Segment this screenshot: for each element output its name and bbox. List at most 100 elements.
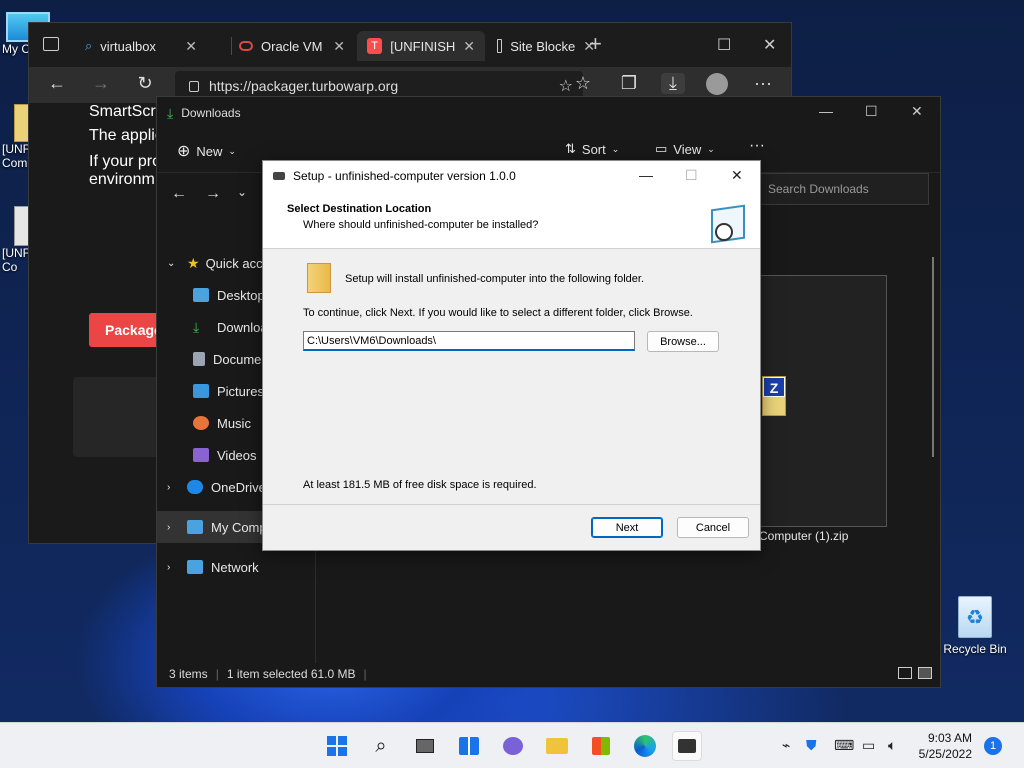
setup-subheading: Where should unfinished-computer be inst…: [303, 219, 539, 231]
setup-heading: Select Destination Location: [287, 203, 432, 215]
page-icon: [497, 39, 503, 53]
network-off-icon[interactable]: ⌁: [782, 737, 790, 754]
desktop-icon-label: Recycle Bin: [943, 642, 1007, 656]
forward-icon[interactable]: →: [89, 73, 113, 94]
sidebar-item-network[interactable]: › Network: [157, 551, 315, 583]
search-input[interactable]: Search Downloads: [759, 173, 929, 205]
continue-text: To continue, click Next. If you would li…: [303, 307, 693, 319]
tiles-view-icon[interactable]: [918, 667, 932, 679]
search-button[interactable]: ⌕: [366, 731, 396, 761]
collections-icon[interactable]: ❐: [617, 73, 641, 94]
forward-icon[interactable]: →: [205, 185, 221, 203]
tab-bar: ⌕ virtualbox ✕ Oracle VM ✕ T [UNFINISH ✕…: [29, 23, 791, 67]
sort-label: Sort: [581, 141, 606, 157]
sort-button[interactable]: ⇅ Sort ⌄: [565, 141, 619, 157]
turbowarp-icon: T: [367, 38, 383, 54]
desktop-icon-recycle-bin[interactable]: ♻ Recycle Bin: [942, 596, 1008, 656]
close-window-icon[interactable]: ✕: [763, 35, 776, 55]
maximize-icon[interactable]: ☐: [717, 35, 731, 55]
clock-time: 9:03 AM: [927, 731, 972, 745]
setup-titlebar: Setup - unfinished-computer version 1.0.…: [263, 161, 760, 191]
chevron-down-icon: ⌄: [611, 143, 620, 154]
favorites-icon[interactable]: ☆: [571, 73, 595, 94]
store-button[interactable]: [586, 731, 616, 761]
view-label: View: [673, 141, 702, 157]
teams-button[interactable]: [498, 731, 528, 761]
close-icon[interactable]: ✕: [333, 38, 345, 55]
disk-space-text: At least 181.5 MB of free disk space is …: [303, 479, 537, 491]
keyboard-icon[interactable]: ⌨: [834, 737, 854, 754]
chevron-down-icon[interactable]: ⌄: [237, 185, 247, 199]
file-label[interactable]: Computer (1).zip: [759, 529, 848, 543]
tab-site-blocker[interactable]: Site Blocke ✕: [487, 31, 605, 61]
new-tab-button[interactable]: +: [589, 31, 602, 57]
new-label: New: [196, 143, 223, 159]
shield-icon[interactable]: ⛊: [806, 737, 817, 754]
close-icon[interactable]: ✕: [463, 38, 475, 55]
install-text: Setup will install unfinished-computer i…: [345, 273, 644, 285]
page-text: If your pro: [89, 153, 162, 170]
network-icon: [187, 560, 203, 574]
tab-oracle-vm[interactable]: Oracle VM ✕: [229, 31, 355, 61]
view-button[interactable]: ▭ View ⌄: [655, 141, 715, 157]
tab-label: virtualbox: [100, 38, 156, 54]
details-view-icon[interactable]: [898, 667, 912, 679]
chevron-right-icon: ›: [167, 521, 171, 533]
cloud-icon: [187, 480, 203, 494]
folder-icon: [546, 738, 568, 754]
folder-icon: [307, 263, 331, 293]
minimize-icon[interactable]: —: [639, 167, 653, 183]
cancel-button[interactable]: Cancel: [677, 517, 749, 538]
setup-app-icon: [678, 739, 696, 753]
tab-unfinished[interactable]: T [UNFINISH ✕: [357, 31, 485, 61]
file-explorer-button[interactable]: [542, 731, 572, 761]
back-icon[interactable]: ←: [171, 185, 187, 203]
widgets-button[interactable]: [454, 731, 484, 761]
monitor-icon: [187, 520, 203, 534]
taskbar: ⌕ ⌁ ⛊ ⌨ ▭ 🔈︎ 9:03 AM 5/25/2022 1: [0, 722, 1024, 768]
setup-app-button[interactable]: [672, 731, 702, 761]
setup-title: Setup - unfinished-computer version 1.0.…: [293, 169, 516, 183]
tab-label: Oracle VM: [261, 38, 323, 54]
browse-button[interactable]: Browse...: [647, 331, 719, 352]
tab-label: Site Blocke: [510, 38, 576, 54]
scrollbar[interactable]: [932, 257, 934, 457]
explorer-titlebar: ⤓ Downloads — ☐ ✕: [157, 97, 940, 129]
minimize-icon[interactable]: —: [819, 103, 833, 119]
notification-badge[interactable]: 1: [984, 737, 1002, 755]
widgets-icon: [459, 737, 479, 755]
close-icon[interactable]: ✕: [731, 167, 743, 184]
pictures-icon: [193, 384, 209, 398]
tab-actions-icon[interactable]: [43, 37, 59, 51]
more-options-icon[interactable]: ···: [751, 73, 775, 94]
music-icon: [193, 416, 209, 430]
chevron-right-icon: ›: [167, 481, 171, 493]
setup-header: Select Destination Location Where should…: [263, 191, 760, 249]
start-button[interactable]: [322, 731, 352, 761]
clock[interactable]: 9:03 AM 5/25/2022: [919, 730, 972, 762]
download-icon[interactable]: ⤓: [661, 73, 685, 94]
videos-icon: [193, 448, 209, 462]
more-options-button[interactable]: ···: [749, 137, 765, 155]
task-view-button[interactable]: [410, 731, 440, 761]
refresh-icon[interactable]: ↻: [133, 73, 157, 94]
destination-path-input[interactable]: [303, 331, 635, 351]
download-icon: ⤓: [167, 104, 174, 121]
tab-virtualbox[interactable]: ⌕ virtualbox ✕: [75, 31, 207, 61]
new-button[interactable]: ⊕ New ⌄: [177, 141, 236, 161]
display-icon[interactable]: ▭: [862, 737, 875, 754]
edge-button[interactable]: [630, 731, 660, 761]
page-text: environm: [89, 171, 155, 188]
back-icon[interactable]: ←: [45, 73, 69, 94]
close-icon[interactable]: ✕: [911, 103, 923, 120]
maximize-icon[interactable]: ☐: [865, 103, 878, 120]
chevron-down-icon: ⌄: [707, 143, 715, 154]
oracle-icon: [239, 41, 253, 51]
next-button[interactable]: Next: [591, 517, 663, 538]
page-text: SmartScr: [89, 103, 156, 120]
close-icon[interactable]: ✕: [185, 38, 197, 55]
volume-icon[interactable]: 🔈︎: [888, 737, 896, 754]
setup-body: Setup will install unfinished-computer i…: [263, 249, 760, 505]
status-selection: 1 item selected 61.0 MB: [226, 667, 356, 681]
edge-icon: [634, 735, 656, 757]
